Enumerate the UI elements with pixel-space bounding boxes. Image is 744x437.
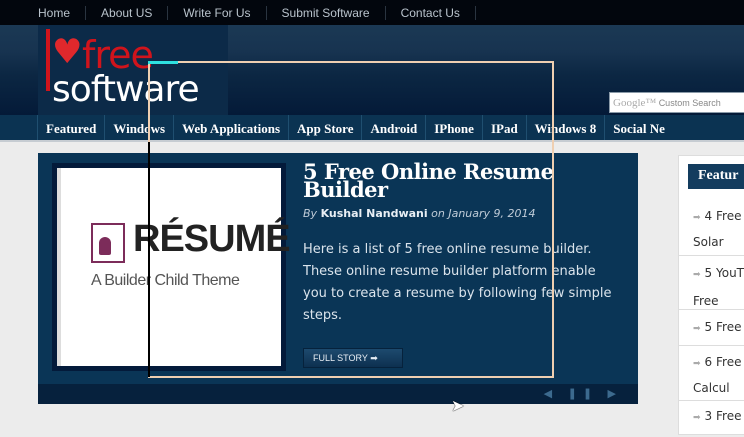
slide-image[interactable]: RÉSUMÉ A Builder Child Theme (52, 163, 291, 371)
logo-i (46, 29, 50, 91)
sidebar-item[interactable]: ➡ 6 Free Calcul (679, 346, 744, 401)
image-tagline: A Builder Child Theme (91, 272, 240, 289)
item-text: 5 Free (704, 320, 742, 334)
site-logo[interactable]: ♥ free software (38, 25, 228, 115)
slide-title[interactable]: 5 Free Online Resume Builder (303, 161, 583, 200)
featured-slider: RÉSUMÉ A Builder Child Theme 5 Free Onli… (38, 153, 638, 404)
google-brand: Google™ (613, 97, 657, 109)
slide-meta: By Kushal Nandwani on January 9, 2014 (303, 207, 536, 220)
top-nav-contact[interactable]: Contact Us (386, 5, 476, 20)
sidebar-item[interactable]: ➡ 5 YouT Free (679, 256, 744, 310)
full-story-button[interactable]: FULL STORY ➡ (303, 348, 403, 368)
sidebar-item[interactable]: ➡ 4 Free Solar (679, 204, 744, 256)
slide-image-inner: RÉSUMÉ A Builder Child Theme (57, 168, 291, 366)
item-text: 5 YouT (704, 266, 744, 280)
nav-windows[interactable]: Windows (104, 115, 173, 140)
top-nav-write[interactable]: Write For Us (168, 5, 267, 20)
image-heading: RÉSUMÉ (133, 218, 291, 260)
nav-ipad[interactable]: IPad (481, 115, 526, 140)
sidebar-featured: Featur ➡ 4 Free Solar ➡ 5 YouT Free ➡ 5 Free … (678, 155, 744, 435)
slider-controls[interactable]: ◀ ❚❚ ▶ (544, 387, 622, 400)
top-nav-submit[interactable]: Submit Software (267, 5, 386, 20)
heart-icon: ♥ (52, 32, 83, 72)
resume-icon (91, 223, 125, 263)
nav-social[interactable]: Social Ne (604, 115, 673, 140)
sidebar-item[interactable]: ➡ 3 Free (679, 401, 744, 437)
logo-software: software (52, 69, 200, 110)
selection-handle (148, 61, 178, 64)
by-label: By (303, 207, 318, 220)
search-placeholder: Custom Search (658, 98, 721, 108)
nav-app-store[interactable]: App Store (288, 115, 361, 140)
nav-web-applications[interactable]: Web Applications (173, 115, 288, 140)
sidebar-heading: Featur (688, 164, 744, 189)
slider-controls-bar: ◀ ❚❚ ▶ (38, 384, 638, 404)
arrow-icon: ➡ (693, 359, 701, 369)
slide-excerpt: Here is a list of 5 free online resume b… (303, 242, 612, 323)
author-link[interactable]: Kushal Nandwani (321, 207, 428, 220)
arrow-icon: ➡ (693, 270, 701, 280)
main-nav: Featured Windows Web Applications App St… (0, 115, 744, 142)
mouse-cursor-icon: ➤ (451, 396, 465, 415)
nav-featured[interactable]: Featured (37, 115, 104, 140)
nav-android[interactable]: Android (361, 115, 425, 140)
arrow-icon: ➡ (693, 413, 701, 423)
header: ♥ free software Google™ Custom Search (0, 25, 744, 115)
top-nav-about[interactable]: About US (86, 5, 169, 20)
top-nav: Home About US Write For Us Submit Softwa… (0, 0, 744, 25)
selection-guide-line (148, 142, 150, 377)
item-text: Free (693, 294, 719, 308)
item-text: Solar (693, 235, 724, 249)
nav-iphone[interactable]: IPhone (425, 115, 482, 140)
nav-windows-8[interactable]: Windows 8 (525, 115, 605, 140)
arrow-icon: ➡ (693, 213, 701, 223)
item-text: 4 Free (704, 209, 742, 223)
top-nav-home[interactable]: Home (38, 5, 87, 20)
sidebar-item[interactable]: ➡ 5 Free (679, 310, 744, 346)
item-text: Calcul (693, 381, 730, 395)
item-text: 3 Free (704, 409, 742, 423)
arrow-icon: ➡ (693, 324, 701, 334)
search-input[interactable]: Google™ Custom Search (609, 92, 744, 113)
post-date: on January 9, 2014 (431, 207, 536, 220)
item-text: 6 Free (704, 355, 742, 369)
